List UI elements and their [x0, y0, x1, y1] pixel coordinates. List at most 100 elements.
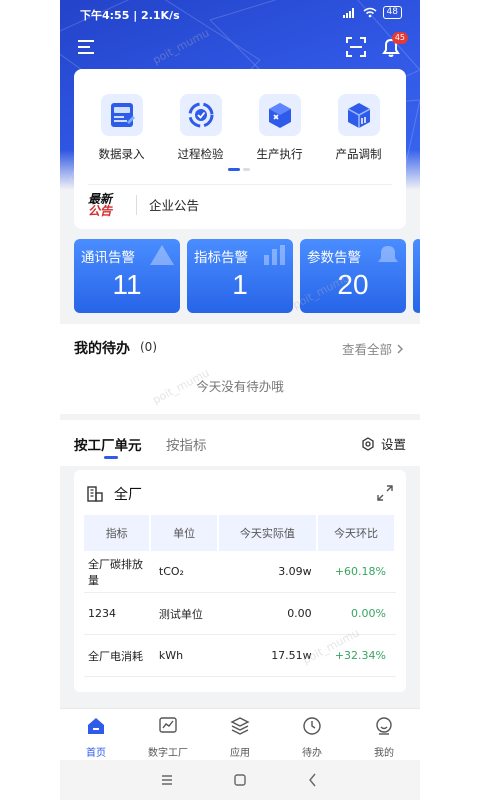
nav-label: 数字工厂 [148, 748, 188, 759]
status-bar: 下午4:55 | 2.1K/s 48 [60, 0, 420, 28]
nav-todo[interactable]: 待办 [276, 709, 348, 760]
alarm-title: 通讯告警 [81, 250, 135, 266]
cell-name: 1234 [88, 607, 116, 620]
todo-count: (0) [140, 340, 157, 354]
menu-button[interactable] [76, 36, 100, 58]
table-row[interactable]: 全厂电消耗 kWh 17.51w +32.34% [84, 635, 396, 677]
quick-action-production-execution[interactable]: 生产执行 [242, 94, 318, 162]
signal-icon [342, 7, 354, 18]
cell-value: 3.09w [278, 565, 312, 578]
cell-name: 全厂电消耗 [88, 649, 143, 663]
view-all-link[interactable]: 查看全部 [342, 339, 404, 358]
alarm-card-parameter[interactable]: 参数告警 20 [300, 239, 406, 313]
quick-action-process-inspection[interactable]: 过程检验 [163, 94, 239, 162]
notice-text: 企业公告 [149, 198, 200, 213]
cell-name: 全厂碳排放量 [88, 557, 143, 587]
wifi-icon [363, 7, 377, 18]
cell-unit: tCO₂ [158, 565, 184, 578]
cell-value: 17.51w [271, 649, 312, 662]
active-tab-indicator [104, 456, 118, 459]
cell-unit: 测试单位 [158, 607, 203, 621]
clock-icon [303, 717, 321, 735]
notice-logo: 最新 公告 [88, 191, 113, 218]
column-header: 单位 [151, 515, 217, 551]
table-row[interactable]: 1234 测试单位 0.00 0.00% [84, 593, 396, 635]
scan-button[interactable] [344, 35, 368, 59]
app-screen: 下午4:55 | 2.1K/s 48 45 数据录入 过程检验 生产执行 产品调… [60, 0, 420, 800]
top-nav: 45 [60, 30, 420, 64]
nav-label: 待办 [302, 748, 322, 759]
nav-label: 我的 [374, 748, 394, 759]
chevron-right-icon [397, 344, 403, 354]
todo-section: 我的待办 (0) 查看全部 今天没有待办哦 [60, 324, 420, 414]
table-row[interactable]: 全厂碳排放量 tCO₂ 3.09w +60.18% [84, 551, 396, 593]
expand-icon [377, 485, 393, 501]
todo-title: 我的待办 [74, 341, 130, 357]
alarm-title: 指标告警 [194, 250, 248, 266]
bar-chart-icon [264, 245, 285, 265]
quick-action-product-modulation[interactable]: 产品调制 [321, 94, 397, 162]
apps-icon [230, 717, 250, 735]
menu-icon [78, 40, 94, 54]
quick-action-label: 过程检验 [177, 147, 224, 161]
quick-actions-card: 数据录入 过程检验 生产执行 产品调制 最新 公告 企业公告 [74, 69, 406, 229]
profile-icon [376, 717, 392, 735]
settings-button[interactable]: 设置 [361, 434, 406, 453]
expand-button[interactable] [376, 484, 394, 502]
status-time: 下午4:55 | 2.1K/s [80, 9, 180, 22]
factory-card: 全厂 指标 单位 今天实际值 今天环比 全厂碳排放量 tCO₂ 3.09w +6… [74, 470, 406, 692]
bottom-nav: 首页 数字工厂 应用 待办 我的 [60, 708, 420, 760]
alarm-title: 参数告警 [307, 250, 361, 266]
table-header: 指标 单位 今天实际值 今天环比 [84, 515, 396, 551]
quick-action-label: 数据录入 [98, 147, 145, 161]
nav-profile[interactable]: 我的 [348, 709, 420, 760]
column-header: 今天环比 [317, 515, 394, 551]
tab-indicator[interactable]: 按指标 [166, 434, 207, 454]
factory-card-title: 全厂 [86, 484, 142, 504]
product-modulation-icon [337, 94, 380, 136]
gear-icon [362, 436, 374, 451]
digital-factory-icon [159, 717, 177, 733]
production-execution-icon [258, 94, 301, 136]
nav-home[interactable]: 首页 [60, 709, 132, 760]
alarm-count: 20 [337, 269, 369, 300]
building-icon [87, 486, 103, 502]
alarm-card-communication[interactable]: 通讯告警 11 [74, 239, 180, 313]
page-indicator [228, 168, 250, 171]
quick-action-label: 生产执行 [256, 147, 303, 161]
data-entry-icon [100, 94, 143, 136]
nav-apps[interactable]: 应用 [204, 709, 276, 760]
column-header: 指标 [84, 515, 150, 551]
todo-empty-message: 今天没有待办哦 [196, 379, 284, 394]
stats-section: 按工厂单元 按指标 设置 全厂 指标 单位 今天实际值 今天环比 全厂碳排放量 … [60, 420, 420, 710]
nav-label: 应用 [230, 748, 250, 759]
home-square-icon[interactable] [231, 771, 249, 789]
bell-icon [378, 246, 398, 262]
stats-header: 按工厂单元 按指标 设置 [60, 420, 420, 466]
warning-icon [150, 245, 174, 265]
scan-icon [346, 37, 366, 57]
tab-factory-unit[interactable]: 按工厂单元 [74, 434, 142, 454]
process-inspection-icon [179, 94, 222, 136]
battery-indicator: 48 [382, 6, 402, 19]
quick-action-data-entry[interactable]: 数据录入 [84, 94, 160, 162]
alarm-count: 11 [112, 269, 142, 300]
company-notice-bar[interactable]: 最新 公告 企业公告 [88, 184, 392, 224]
cell-unit: kWh [158, 649, 184, 662]
cell-change: +32.34% [334, 649, 386, 662]
nav-digital-factory[interactable]: 数字工厂 [132, 709, 204, 760]
alarm-card-next[interactable] [413, 239, 420, 313]
indicator-table: 指标 单位 今天实际值 今天环比 全厂碳排放量 tCO₂ 3.09w +60.1… [84, 515, 396, 677]
back-icon[interactable] [304, 771, 322, 789]
cell-change: 0.00% [351, 607, 386, 620]
alarm-card-indicator[interactable]: 指标告警 1 [187, 239, 293, 313]
alarm-cards: 通讯告警 11 指标告警 1 参数告警 20 [74, 239, 420, 313]
column-header: 今天实际值 [218, 515, 316, 551]
notification-badge: 45 [391, 32, 408, 44]
alarm-count: 1 [232, 269, 248, 300]
recents-icon[interactable] [158, 771, 176, 789]
notification-button[interactable]: 45 [378, 32, 408, 60]
home-icon [88, 718, 104, 734]
quick-action-label: 产品调制 [335, 147, 382, 161]
system-nav-bar [60, 760, 420, 800]
